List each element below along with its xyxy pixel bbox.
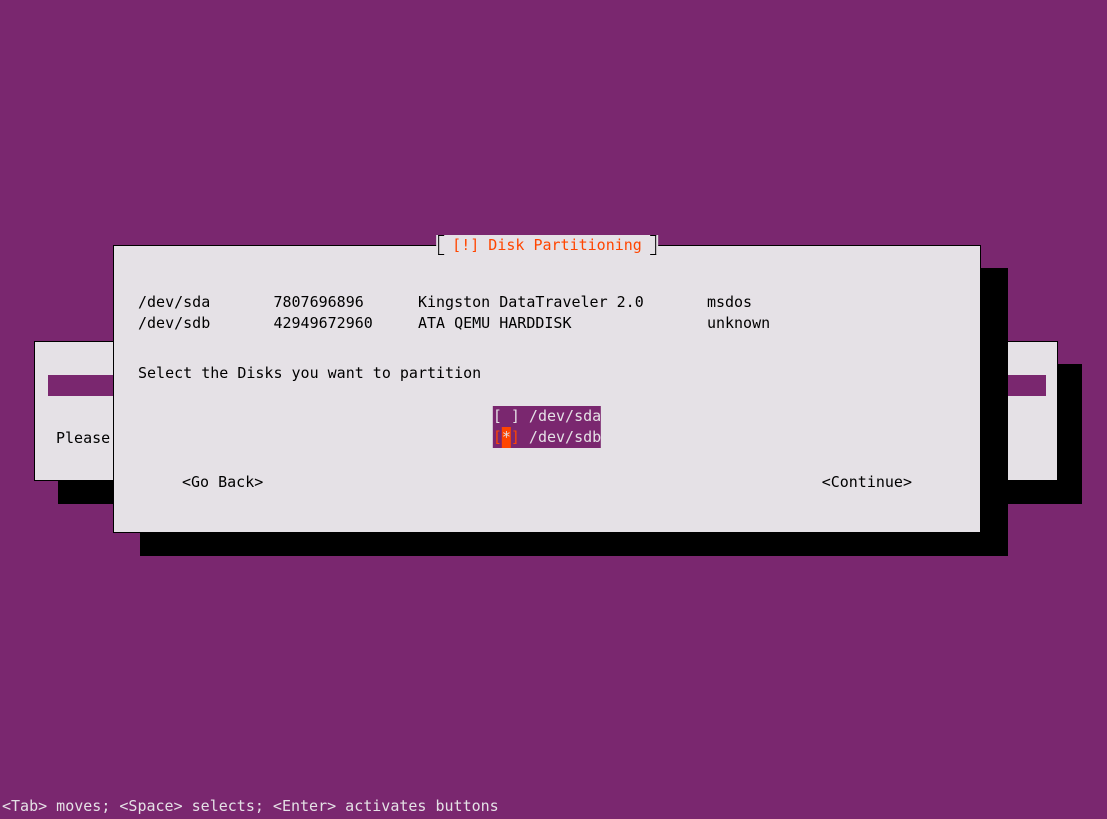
- title-bracket-right: [650, 235, 656, 255]
- disk-selection-list: [ ] /dev/sda[*] /dev/sdb: [493, 406, 601, 448]
- go-back-button[interactable]: <Go Back>: [182, 473, 263, 491]
- disk-info-table: /dev/sda 7807696896 Kingston DataTravele…: [138, 292, 770, 334]
- checkbox-label: /dev/sda: [520, 406, 601, 427]
- instruction-text: Select the Disks you want to partition: [138, 364, 481, 382]
- checkbox-label: /dev/sdb: [520, 427, 601, 448]
- dialog-title-wrap: [!] Disk Partitioning: [436, 235, 658, 255]
- help-footer: <Tab> moves; <Space> selects; <Enter> ac…: [2, 797, 499, 815]
- continue-button[interactable]: <Continue>: [822, 473, 912, 491]
- checkbox-bracket-right: ]: [511, 406, 520, 427]
- disk-option-sdb[interactable]: [*] /dev/sdb: [493, 427, 601, 448]
- checkbox-mark: [502, 406, 511, 427]
- checkbox-bracket-right: ]: [511, 427, 520, 448]
- checkbox-bracket-left: [: [493, 406, 502, 427]
- checkbox-mark: *: [502, 427, 511, 448]
- dialog-title: [!] Disk Partitioning: [444, 236, 650, 254]
- background-text: Please: [56, 429, 110, 447]
- disk-option-sda[interactable]: [ ] /dev/sda: [493, 406, 601, 427]
- disk-partitioning-dialog: [!] Disk Partitioning /dev/sda 780769689…: [113, 245, 981, 533]
- checkbox-bracket-left: [: [493, 427, 502, 448]
